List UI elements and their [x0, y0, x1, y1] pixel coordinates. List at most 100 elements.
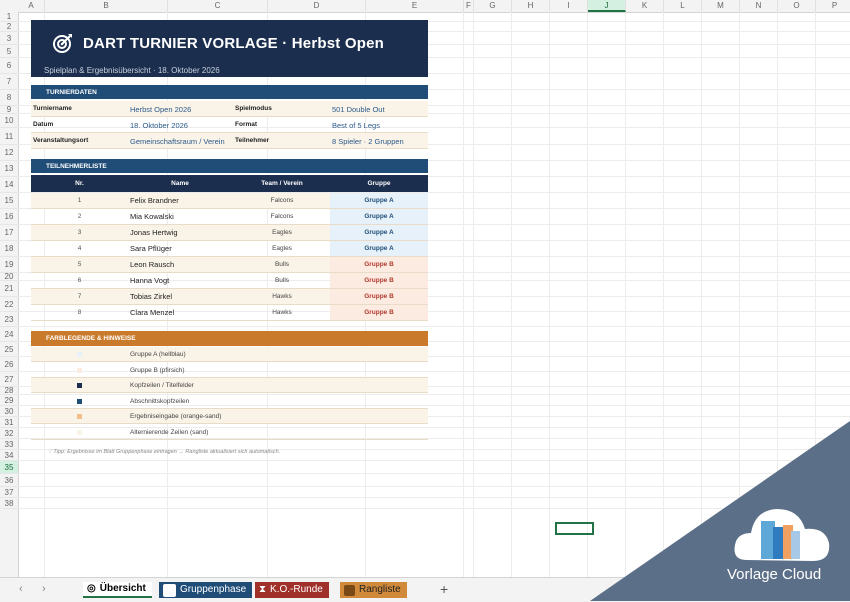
- participant-team[interactable]: Eagles: [232, 229, 332, 236]
- participant-team[interactable]: Hawks: [232, 309, 332, 316]
- participant-group[interactable]: Gruppe A: [330, 193, 428, 208]
- prev-sheet-icon[interactable]: ‹: [19, 583, 23, 595]
- row-header-20[interactable]: 20: [0, 272, 18, 281]
- row-header-19[interactable]: 19: [0, 257, 18, 273]
- row-header-34[interactable]: 34: [0, 450, 18, 461]
- participant-group[interactable]: Gruppe B: [330, 257, 428, 272]
- participant-name[interactable]: Hanna Vogt: [130, 276, 169, 285]
- row-header-32[interactable]: 32: [0, 428, 18, 439]
- column-header-c[interactable]: C: [168, 0, 268, 12]
- row-header-27[interactable]: 27: [0, 372, 18, 387]
- tab-gruppenphase[interactable]: Gruppenphase: [159, 582, 253, 598]
- gridline: [463, 12, 464, 577]
- legend-row: Gruppe B (pfirsich): [31, 363, 428, 378]
- row-header-7[interactable]: 7: [0, 74, 18, 90]
- field-value[interactable]: Gemeinschaftsraum / Verein: [130, 137, 234, 146]
- column-header-n[interactable]: N: [740, 0, 778, 12]
- column-header-m[interactable]: M: [702, 0, 740, 12]
- row-header-18[interactable]: 18: [0, 241, 18, 257]
- row-header-37[interactable]: 37: [0, 487, 18, 498]
- next-sheet-icon[interactable]: ›: [42, 583, 46, 595]
- column-header-d[interactable]: D: [268, 0, 366, 12]
- participant-team[interactable]: Falcons: [232, 197, 332, 204]
- field-label: Format: [235, 121, 258, 128]
- participant-group[interactable]: Gruppe B: [330, 305, 428, 320]
- section-heading: TURNIERDATEN: [46, 88, 97, 96]
- row-header-31[interactable]: 31: [0, 417, 18, 428]
- column-header-g[interactable]: G: [474, 0, 512, 12]
- participant-name[interactable]: Jonas Hertwig: [130, 228, 178, 237]
- field-value[interactable]: Herbst Open 2026: [130, 105, 234, 114]
- row-header-5[interactable]: 5: [0, 45, 18, 58]
- row-header-29[interactable]: 29: [0, 395, 18, 406]
- row-header-23[interactable]: 23: [0, 312, 18, 327]
- row-header-21[interactable]: 21: [0, 281, 18, 297]
- field-value[interactable]: 501 Double Out: [332, 105, 385, 114]
- participant-name[interactable]: Felix Brandner: [130, 196, 179, 205]
- row-header-36[interactable]: 36: [0, 474, 18, 487]
- participant-group[interactable]: Gruppe A: [330, 241, 428, 256]
- participant-name[interactable]: Mia Kowalski: [130, 212, 174, 221]
- row-header-11[interactable]: 11: [0, 128, 18, 145]
- row-header-26[interactable]: 26: [0, 357, 18, 372]
- field-value[interactable]: 18. Oktober 2026: [130, 121, 234, 130]
- tab-uebersicht[interactable]: ◎ Übersicht: [83, 582, 152, 598]
- participant-name[interactable]: Tobias Zirkel: [130, 292, 172, 301]
- participant-team[interactable]: Bulls: [232, 277, 332, 284]
- participant-name[interactable]: Clara Menzel: [130, 308, 174, 317]
- row-header-3[interactable]: 3: [0, 32, 18, 45]
- column-header-e[interactable]: E: [366, 0, 464, 12]
- tab-ko-runde[interactable]: ⧗ K.O.-Runde: [255, 582, 329, 598]
- row-header-9[interactable]: 9: [0, 105, 18, 114]
- row-header-15[interactable]: 15: [0, 193, 18, 209]
- row-header-6[interactable]: 6: [0, 58, 18, 74]
- participant-team[interactable]: Bulls: [232, 261, 332, 268]
- add-sheet-icon[interactable]: +: [440, 581, 448, 597]
- participant-number: 6: [77, 277, 82, 284]
- row-header-30[interactable]: 30: [0, 406, 18, 417]
- row-header-35[interactable]: 35: [0, 461, 18, 474]
- active-cell-selection[interactable]: [555, 522, 594, 535]
- column-header-o[interactable]: O: [778, 0, 816, 12]
- field-value[interactable]: Best of 5 Legs: [332, 121, 380, 130]
- column-header-k[interactable]: K: [626, 0, 664, 12]
- color-swatch: [77, 414, 82, 419]
- column-header-j[interactable]: J: [588, 0, 626, 12]
- column-header-i[interactable]: I: [550, 0, 588, 12]
- row-header-14[interactable]: 14: [0, 177, 18, 193]
- row-header-12[interactable]: 12: [0, 145, 18, 161]
- participant-name[interactable]: Sara Pflüger: [130, 244, 172, 253]
- participant-group[interactable]: Gruppe B: [330, 289, 428, 304]
- row-header-8[interactable]: 8: [0, 90, 18, 106]
- tab-rangliste[interactable]: Rangliste: [340, 582, 407, 598]
- column-header-f[interactable]: F: [464, 0, 474, 12]
- column-header-h[interactable]: H: [512, 0, 550, 12]
- column-header-p[interactable]: P: [816, 0, 850, 12]
- row-header-10[interactable]: 10: [0, 114, 18, 128]
- row-header-33[interactable]: 33: [0, 439, 18, 450]
- participant-group[interactable]: Gruppe A: [330, 225, 428, 240]
- row-header-1[interactable]: 1: [0, 12, 18, 22]
- row-header-17[interactable]: 17: [0, 225, 18, 241]
- row-header-38[interactable]: 38: [0, 498, 18, 509]
- column-header-l[interactable]: L: [664, 0, 702, 12]
- row-header-13[interactable]: 13: [0, 161, 18, 177]
- row-header-28[interactable]: 28: [0, 386, 18, 395]
- participant-group[interactable]: Gruppe B: [330, 273, 428, 288]
- participant-team[interactable]: Hawks: [232, 293, 332, 300]
- field-value[interactable]: 8 Spieler · 2 Gruppen: [332, 137, 404, 146]
- column-header-b[interactable]: B: [45, 0, 168, 12]
- column-header-a[interactable]: A: [18, 0, 45, 12]
- col-team: Team / Verein: [261, 180, 303, 187]
- row-header-25[interactable]: 25: [0, 342, 18, 357]
- participant-team[interactable]: Eagles: [232, 245, 332, 252]
- row-header-16[interactable]: 16: [0, 209, 18, 225]
- row-header-24[interactable]: 24: [0, 327, 18, 342]
- row-header-2[interactable]: 2: [0, 22, 18, 32]
- target-icon: ◎: [87, 583, 96, 594]
- row-header-22[interactable]: 22: [0, 297, 18, 312]
- participant-group[interactable]: Gruppe A: [330, 209, 428, 224]
- participant-team[interactable]: Falcons: [232, 213, 332, 220]
- participant-name[interactable]: Leon Rausch: [130, 260, 174, 269]
- participant-number: 3: [77, 229, 82, 236]
